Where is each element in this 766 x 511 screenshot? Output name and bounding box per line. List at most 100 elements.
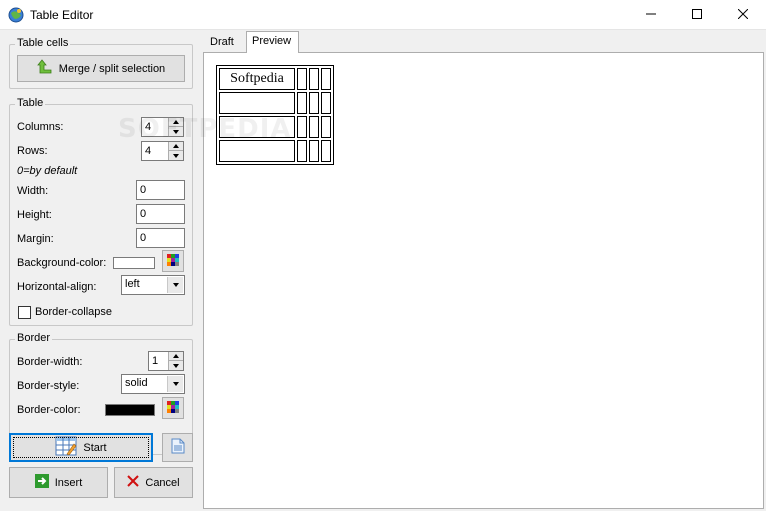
border-style-select[interactable]: solid (121, 374, 185, 394)
table-cell[interactable] (219, 116, 295, 138)
table-row (219, 140, 331, 162)
columns-spin-down[interactable] (169, 127, 183, 136)
minimize-button[interactable] (628, 0, 674, 30)
columns-spin-up[interactable] (169, 118, 183, 127)
background-color-label: Background-color: (17, 257, 107, 269)
rows-spinner[interactable]: 4 (141, 141, 184, 161)
cancel-button[interactable]: Cancel (114, 467, 193, 498)
cancel-x-icon (127, 475, 140, 490)
table-cell[interactable] (297, 140, 307, 162)
maximize-icon (692, 8, 702, 22)
background-color-picker-button[interactable] (162, 250, 184, 272)
group-title-table: Table (15, 97, 46, 109)
table-row (219, 116, 331, 138)
table-cell[interactable] (309, 116, 319, 138)
tab-preview[interactable]: Preview (246, 31, 299, 53)
color-palette-icon (167, 400, 179, 416)
border-width-spin-up[interactable] (169, 352, 183, 361)
default-hint: 0=by default (17, 165, 78, 177)
table-cell[interactable] (309, 140, 319, 162)
rows-spin-arrows (168, 142, 183, 160)
border-width-spin-down[interactable] (169, 361, 183, 370)
spin-down-icon (173, 153, 179, 158)
border-color-swatch (105, 404, 155, 416)
table-cell[interactable] (219, 140, 295, 162)
preview-table: Softpedia (216, 65, 334, 165)
table-cell[interactable] (321, 116, 331, 138)
table-cell[interactable] (297, 116, 307, 138)
table-cell[interactable] (321, 140, 331, 162)
horizontal-align-label: Horizontal-align: (17, 281, 97, 293)
spin-up-icon (173, 354, 179, 358)
border-collapse-checkbox[interactable] (18, 306, 31, 319)
group-title-table-cells: Table cells (15, 37, 71, 49)
border-style-dropdown[interactable] (167, 376, 183, 392)
page-icon (171, 438, 185, 457)
table-cells-group: Table cells Merge / split selection (9, 37, 193, 89)
rows-spin-up[interactable] (169, 142, 183, 151)
spin-down-icon (173, 129, 179, 134)
columns-label: Columns: (17, 121, 64, 133)
rows-spin-down[interactable] (169, 151, 183, 160)
table-cell[interactable]: Softpedia (219, 68, 295, 90)
chevron-down-icon (172, 283, 179, 287)
color-palette-icon (167, 253, 179, 269)
insert-arrow-icon (34, 474, 49, 491)
rows-label: Rows: (17, 145, 48, 157)
border-width-spinner[interactable]: 1 (148, 351, 184, 371)
border-collapse-label: Border-collapse (35, 306, 113, 318)
spin-down-icon (173, 363, 179, 368)
insert-label: Insert (54, 476, 83, 489)
group-title-border: Border (15, 332, 53, 344)
start-label: Start (83, 441, 107, 454)
insert-button[interactable]: Insert (9, 467, 108, 498)
table-cell[interactable] (219, 92, 295, 114)
columns-spinner[interactable]: 4 (141, 117, 184, 137)
table-cell[interactable] (297, 92, 307, 114)
table-row: Softpedia (219, 68, 331, 90)
columns-spin-arrows (168, 118, 183, 136)
horizontal-align-value: left (125, 278, 140, 290)
cancel-label: Cancel (145, 476, 180, 489)
border-color-label: Border-color: (17, 404, 81, 416)
background-color-swatch (113, 257, 155, 269)
table-cell[interactable] (309, 92, 319, 114)
close-icon (737, 8, 749, 22)
height-label: Height: (17, 209, 52, 221)
merge-split-button[interactable]: Merge / split selection (17, 55, 185, 82)
maximize-button[interactable] (674, 0, 720, 30)
title-bar: Table Editor (0, 0, 766, 30)
width-input[interactable]: 0 (136, 180, 185, 200)
border-style-label: Border-style: (17, 380, 80, 392)
border-width-label: Border-width: (17, 356, 83, 368)
minimize-icon (646, 9, 656, 22)
table-cell[interactable] (309, 68, 319, 90)
tab-draft[interactable]: Draft (205, 33, 245, 53)
merge-arrow-icon (36, 59, 53, 78)
table-cell[interactable] (297, 68, 307, 90)
horizontal-align-select[interactable]: left (121, 275, 185, 295)
start-button[interactable]: Start (9, 433, 153, 462)
globe-icon (8, 7, 24, 23)
page-button[interactable] (162, 433, 193, 462)
preview-area: Softpedia (203, 52, 764, 509)
border-color-picker-button[interactable] (162, 397, 184, 419)
left-pane: Table cells Merge / split selection Tabl… (0, 31, 200, 511)
merge-split-label: Merge / split selection (58, 62, 166, 75)
horizontal-align-dropdown[interactable] (167, 277, 183, 293)
border-style-value: solid (125, 377, 148, 389)
table-cell[interactable] (321, 92, 331, 114)
right-pane: Draft Preview Softpedia (203, 31, 766, 511)
table-cell[interactable] (321, 68, 331, 90)
chevron-down-icon (172, 382, 179, 386)
height-input[interactable]: 0 (136, 204, 185, 224)
width-label: Width: (17, 185, 49, 197)
close-button[interactable] (720, 0, 766, 30)
window-title: Table Editor (30, 8, 94, 22)
border-width-value: 1 (152, 355, 159, 367)
spin-up-icon (173, 120, 179, 124)
focus-rectangle (13, 437, 149, 458)
margin-label: Margin: (17, 233, 54, 245)
margin-input[interactable]: 0 (136, 228, 185, 248)
rows-value: 4 (145, 145, 152, 157)
